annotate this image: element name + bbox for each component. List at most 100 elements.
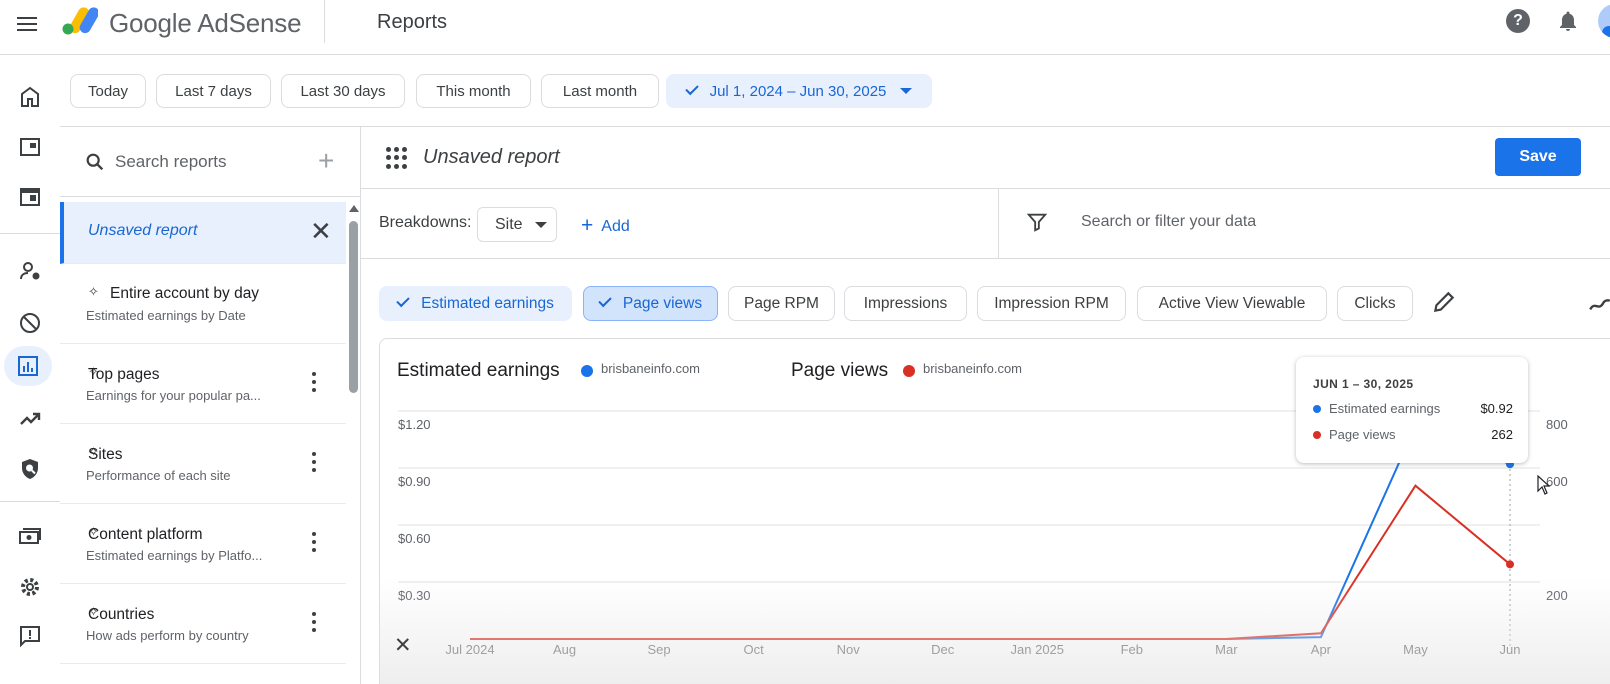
- feedback-icon[interactable]: [10, 616, 50, 656]
- metric-chip-impression-rpm[interactable]: Impression RPM: [977, 286, 1126, 321]
- page-title: Reports: [377, 11, 448, 33]
- trend-icon[interactable]: [1587, 291, 1610, 317]
- date-chip-last-30-days[interactable]: Last 30 days: [281, 74, 405, 108]
- date-chip-today[interactable]: Today: [70, 74, 146, 108]
- scrollbar-thumb[interactable]: [349, 221, 358, 393]
- chevron-down-icon: [900, 88, 913, 94]
- report-item-title: Top pages: [88, 366, 160, 383]
- date-range-picker[interactable]: Jul 1, 2024 – Jun 30, 2025: [666, 74, 932, 108]
- breakdowns-label: Breakdowns:: [379, 214, 472, 231]
- breakdown-select[interactable]: Site: [477, 207, 557, 242]
- ads-icon[interactable]: [10, 127, 50, 167]
- add-label: Add: [601, 218, 630, 235]
- close-icon[interactable]: ✕: [310, 216, 332, 247]
- policy-icon[interactable]: [10, 449, 50, 489]
- more-vert-icon[interactable]: [312, 452, 316, 472]
- report-item-active[interactable]: Unsaved report ✕: [60, 202, 346, 264]
- report-header: Unsaved report Save: [361, 127, 1610, 189]
- more-vert-icon[interactable]: [312, 372, 316, 392]
- avatar[interactable]: [1598, 4, 1610, 38]
- metric-label: Page views: [622, 294, 703, 312]
- check-icon: [396, 293, 410, 308]
- metric-chip-page-rpm[interactable]: Page RPM: [728, 286, 835, 321]
- x-tick-label: May: [1403, 642, 1428, 657]
- check-icon: [598, 293, 612, 308]
- x-tick-label: Dec: [931, 642, 955, 657]
- nav-rail: [0, 55, 60, 684]
- y-tick-label-left: $0.90: [398, 474, 431, 489]
- optimization-icon[interactable]: [10, 399, 50, 439]
- more-vert-icon[interactable]: [312, 532, 316, 552]
- chart-tooltip: JUN 1 – 30, 2025 Estimated earnings $0.9…: [1296, 357, 1528, 463]
- reports-icon[interactable]: [4, 346, 52, 386]
- x-tick-label: Oct: [744, 642, 765, 657]
- y-tick-label-left: $1.20: [398, 417, 431, 432]
- report-item[interactable]: ✧ Content platform Estimated earnings by…: [60, 504, 346, 584]
- date-chip-last-month[interactable]: Last month: [541, 74, 659, 108]
- tooltip-label: Estimated earnings: [1329, 401, 1441, 416]
- x-tick-label: Jan 2025: [1011, 642, 1065, 657]
- legend-dot-earnings: [1313, 405, 1321, 413]
- block-icon[interactable]: [10, 303, 50, 343]
- x-tick-label: Sep: [648, 642, 671, 657]
- adsense-logo-icon: [62, 7, 98, 35]
- report-item-title: Sites: [88, 446, 123, 463]
- edit-icon[interactable]: [1431, 289, 1457, 315]
- x-tick-label: Nov: [837, 642, 861, 657]
- check-icon: [684, 81, 699, 95]
- divider: [324, 0, 325, 43]
- top-app-bar: Google AdSense Reports ?: [0, 0, 1610, 55]
- date-chip-this-month[interactable]: This month: [416, 74, 531, 108]
- metric-chip-estimated-earnings[interactable]: Estimated earnings: [379, 286, 572, 321]
- layout-icon[interactable]: [10, 177, 50, 217]
- report-item-title: Unsaved report: [88, 222, 198, 239]
- x-tick-label: Apr: [1311, 642, 1332, 657]
- filter-input[interactable]: Search or filter your data: [1081, 213, 1256, 231]
- scroll-up-arrow-icon[interactable]: [349, 205, 359, 212]
- chevron-down-icon: [534, 221, 547, 228]
- metric-chip-impressions[interactable]: Impressions: [844, 286, 967, 321]
- search-input[interactable]: Search reports: [115, 152, 227, 172]
- plus-icon: +: [581, 214, 594, 237]
- notifications-icon[interactable]: [1556, 9, 1580, 33]
- save-button[interactable]: Save: [1495, 138, 1581, 176]
- payments-icon[interactable]: [10, 517, 50, 557]
- report-item[interactable]: ✧ Countries How ads perform by country: [60, 584, 346, 664]
- metric-chip-page-views[interactable]: Page views: [583, 286, 718, 321]
- tooltip-value: 262: [1491, 427, 1513, 442]
- metric-chip-clicks[interactable]: Clicks: [1337, 286, 1413, 321]
- report-item-title: Countries: [88, 606, 155, 623]
- close-icon[interactable]: ✕: [394, 633, 412, 658]
- breakdown-value: Site: [495, 215, 523, 233]
- filter-icon: [1026, 213, 1048, 232]
- search-reports-box[interactable]: Search reports +: [60, 127, 360, 197]
- search-icon: [86, 153, 104, 171]
- breakdown-row: Breakdowns: Site + Add Search or filter y…: [361, 189, 1610, 259]
- more-vert-icon[interactable]: [312, 612, 316, 632]
- help-icon[interactable]: ?: [1506, 9, 1530, 33]
- settings-icon[interactable]: [10, 567, 50, 607]
- date-chip-last-7-days[interactable]: Last 7 days: [156, 74, 271, 108]
- report-item[interactable]: ✧ Top pages Earnings for your popular pa…: [60, 344, 346, 424]
- users-icon[interactable]: [10, 251, 50, 291]
- y-tick-label-left: $0.60: [398, 531, 431, 546]
- report-item-subtitle: Performance of each site: [86, 468, 231, 483]
- divider: [0, 501, 60, 502]
- apps-icon[interactable]: [386, 147, 408, 169]
- report-item[interactable]: ✧ Sites Performance of each site: [60, 424, 346, 504]
- add-breakdown-button[interactable]: + Add: [581, 213, 630, 237]
- date-range-label: Jul 1, 2024 – Jun 30, 2025: [709, 82, 887, 100]
- divider: [998, 189, 999, 259]
- menu-icon[interactable]: [14, 11, 40, 37]
- report-name[interactable]: Unsaved report: [423, 146, 560, 169]
- y-tick-label-left: $0.30: [398, 588, 431, 603]
- brand-name: Google AdSense: [109, 8, 302, 38]
- metric-chip-active-view-viewable[interactable]: Active View Viewable: [1137, 286, 1327, 321]
- x-tick-label: Aug: [553, 642, 576, 657]
- report-item-subtitle: How ads perform by country: [86, 628, 249, 643]
- sparkle-icon: ✧: [88, 284, 99, 299]
- add-report-icon[interactable]: +: [318, 147, 334, 175]
- report-item[interactable]: ✧ Entire account by day Estimated earnin…: [60, 264, 346, 344]
- tooltip-row-pageviews: Page views 262: [1313, 427, 1513, 442]
- home-icon[interactable]: [10, 77, 50, 117]
